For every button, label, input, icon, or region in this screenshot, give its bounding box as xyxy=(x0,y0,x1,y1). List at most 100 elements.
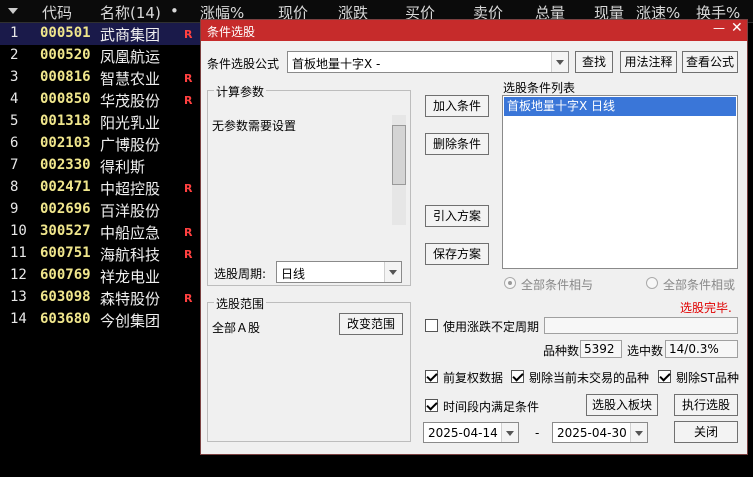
dialog-title-bar[interactable]: 条件选股 — ✕ xyxy=(201,20,747,41)
params-scrollbar[interactable] xyxy=(392,115,406,225)
use-period-checkbox[interactable] xyxy=(425,319,438,332)
stock-name: 华茂股份 xyxy=(100,92,161,110)
table-row[interactable]: 3 000816 智慧农业 R xyxy=(0,67,200,89)
period-label: 选股周期: xyxy=(214,267,267,281)
table-row[interactable]: 1 000501 武商集团 R xyxy=(0,23,200,45)
add-condition-button[interactable]: 加入条件 xyxy=(425,95,489,117)
table-row[interactable]: 6 002103 广博股份 xyxy=(0,133,200,155)
close-icon[interactable]: ✕ xyxy=(731,20,743,36)
stock-name: 祥龙电业 xyxy=(100,268,161,286)
condition-list-label: 选股条件列表 xyxy=(503,81,576,95)
time-range-checkbox[interactable] xyxy=(425,399,438,412)
radio-all-and[interactable] xyxy=(504,277,516,289)
row-number: 6 xyxy=(10,135,19,151)
period-input[interactable] xyxy=(544,317,738,334)
table-row[interactable]: 10 300527 中船应急 R xyxy=(0,221,200,243)
pre-adjust-label: 前复权数据 xyxy=(443,371,504,385)
stock-code: 002330 xyxy=(40,157,91,173)
params-text: 无参数需要设置 xyxy=(212,119,297,133)
table-row[interactable]: 11 600751 海航科技 R xyxy=(0,243,200,265)
exclude-untraded-checkbox[interactable] xyxy=(511,370,524,383)
stock-code: 600769 xyxy=(40,267,91,283)
stock-name: 今创集团 xyxy=(100,312,161,330)
radio-all-or-label: 全部条件相或 xyxy=(663,278,736,292)
date-from-picker[interactable]: 2025-04-14 xyxy=(423,422,519,443)
radio-all-or[interactable] xyxy=(646,277,658,289)
margin-flag: R xyxy=(184,292,193,305)
usage-notes-button[interactable]: 用法注释 xyxy=(620,51,677,73)
close-button[interactable]: 关闭 xyxy=(674,421,738,443)
row-number: 12 xyxy=(10,267,27,283)
add-to-block-button[interactable]: 选股入板块 xyxy=(586,394,658,416)
table-row[interactable]: 4 000850 华茂股份 R xyxy=(0,89,200,111)
exclude-untraded-label: 剔除当前未交易的品种 xyxy=(529,371,650,385)
exclude-st-checkbox[interactable] xyxy=(658,370,671,383)
condition-list[interactable]: 首板地量十字X 日线 xyxy=(502,95,738,269)
chevron-down-icon[interactable] xyxy=(551,52,568,72)
col-code[interactable]: 代码 xyxy=(42,2,72,23)
formula-select[interactable]: 首板地量十字X - xyxy=(287,51,569,73)
pre-adjust-checkbox[interactable] xyxy=(425,370,438,383)
stock-code: 000816 xyxy=(40,69,91,85)
count-value: 5392 xyxy=(580,340,622,358)
period-chevron-down-icon[interactable] xyxy=(384,262,401,282)
stock-code: 603098 xyxy=(40,289,91,305)
change-scope-button[interactable]: 改变范围 xyxy=(339,313,403,335)
header-menu-arrow-icon[interactable] xyxy=(8,8,18,14)
status-text: 选股完毕. xyxy=(680,301,732,315)
import-scheme-button[interactable]: 引入方案 xyxy=(425,205,489,227)
row-number: 3 xyxy=(10,69,19,85)
col-name[interactable]: 名称(14) xyxy=(100,2,161,23)
stock-name: 广博股份 xyxy=(100,136,161,154)
date-to-picker[interactable]: 2025-04-30 xyxy=(552,422,648,443)
table-row[interactable]: 12 600769 祥龙电业 xyxy=(0,265,200,287)
view-formula-button[interactable]: 查看公式 xyxy=(682,51,738,73)
table-row[interactable]: 5 001318 阳光乳业 xyxy=(0,111,200,133)
condition-item[interactable]: 首板地量十字X 日线 xyxy=(504,97,736,116)
date-from-chevron-down-icon[interactable] xyxy=(501,423,518,442)
table-row[interactable]: 8 002471 中超控股 R xyxy=(0,177,200,199)
date-from-value: 2025-04-14 xyxy=(428,426,498,440)
delete-condition-button[interactable]: 删除条件 xyxy=(425,133,489,155)
stock-code: 002471 xyxy=(40,179,91,195)
stock-name: 凤凰航运 xyxy=(100,48,161,66)
scrollbar-thumb[interactable] xyxy=(392,125,406,185)
stock-name: 海航科技 xyxy=(100,246,161,264)
stock-code: 603680 xyxy=(40,311,91,327)
minimize-icon[interactable]: — xyxy=(713,21,725,35)
table-row[interactable]: 13 603098 森特股份 R xyxy=(0,287,200,309)
dialog-title: 条件选股 xyxy=(207,25,256,39)
margin-flag: R xyxy=(184,182,193,195)
find-button[interactable]: 查找 xyxy=(575,51,613,73)
table-row[interactable]: 14 603680 今创集团 xyxy=(0,309,200,331)
count-label: 品种数 xyxy=(543,344,580,358)
row-number: 9 xyxy=(10,201,19,217)
exclude-st-label: 剔除ST品种 xyxy=(676,371,739,385)
row-number: 14 xyxy=(10,311,27,327)
table-row[interactable]: 7 002330 得利斯 xyxy=(0,155,200,177)
stock-name: 百洋股份 xyxy=(100,202,161,220)
row-number: 2 xyxy=(10,47,19,63)
stock-screener-dialog: 条件选股 — ✕ 条件选股公式 首板地量十字X - 查找 用法注释 查看公式 计… xyxy=(200,19,748,455)
stock-name: 武商集团 xyxy=(100,26,161,44)
stock-name: 阳光乳业 xyxy=(100,114,161,132)
stock-code: 300527 xyxy=(40,223,91,239)
date-separator: - xyxy=(535,426,540,440)
date-to-chevron-down-icon[interactable] xyxy=(630,423,647,442)
formula-value: 首板地量十字X - xyxy=(292,57,381,71)
save-scheme-button[interactable]: 保存方案 xyxy=(425,243,489,265)
period-select[interactable]: 日线 xyxy=(276,261,402,283)
selected-label: 选中数 xyxy=(627,344,664,358)
stock-code: 000501 xyxy=(40,25,91,41)
stock-name: 得利斯 xyxy=(100,158,146,176)
selected-value: 14/0.3% xyxy=(665,340,738,358)
scope-group: 选股范围 全部Ａ股 改变范围 xyxy=(207,295,411,442)
stock-name: 智慧农业 xyxy=(100,70,161,88)
table-row[interactable]: 2 000520 凤凰航运 xyxy=(0,45,200,67)
execute-screen-button[interactable]: 执行选股 xyxy=(674,394,738,416)
table-row[interactable]: 9 002696 百洋股份 xyxy=(0,199,200,221)
radio-all-and-label: 全部条件相与 xyxy=(521,278,594,292)
scope-group-title: 选股范围 xyxy=(214,295,267,312)
stock-code: 000850 xyxy=(40,91,91,107)
row-number: 10 xyxy=(10,223,27,239)
